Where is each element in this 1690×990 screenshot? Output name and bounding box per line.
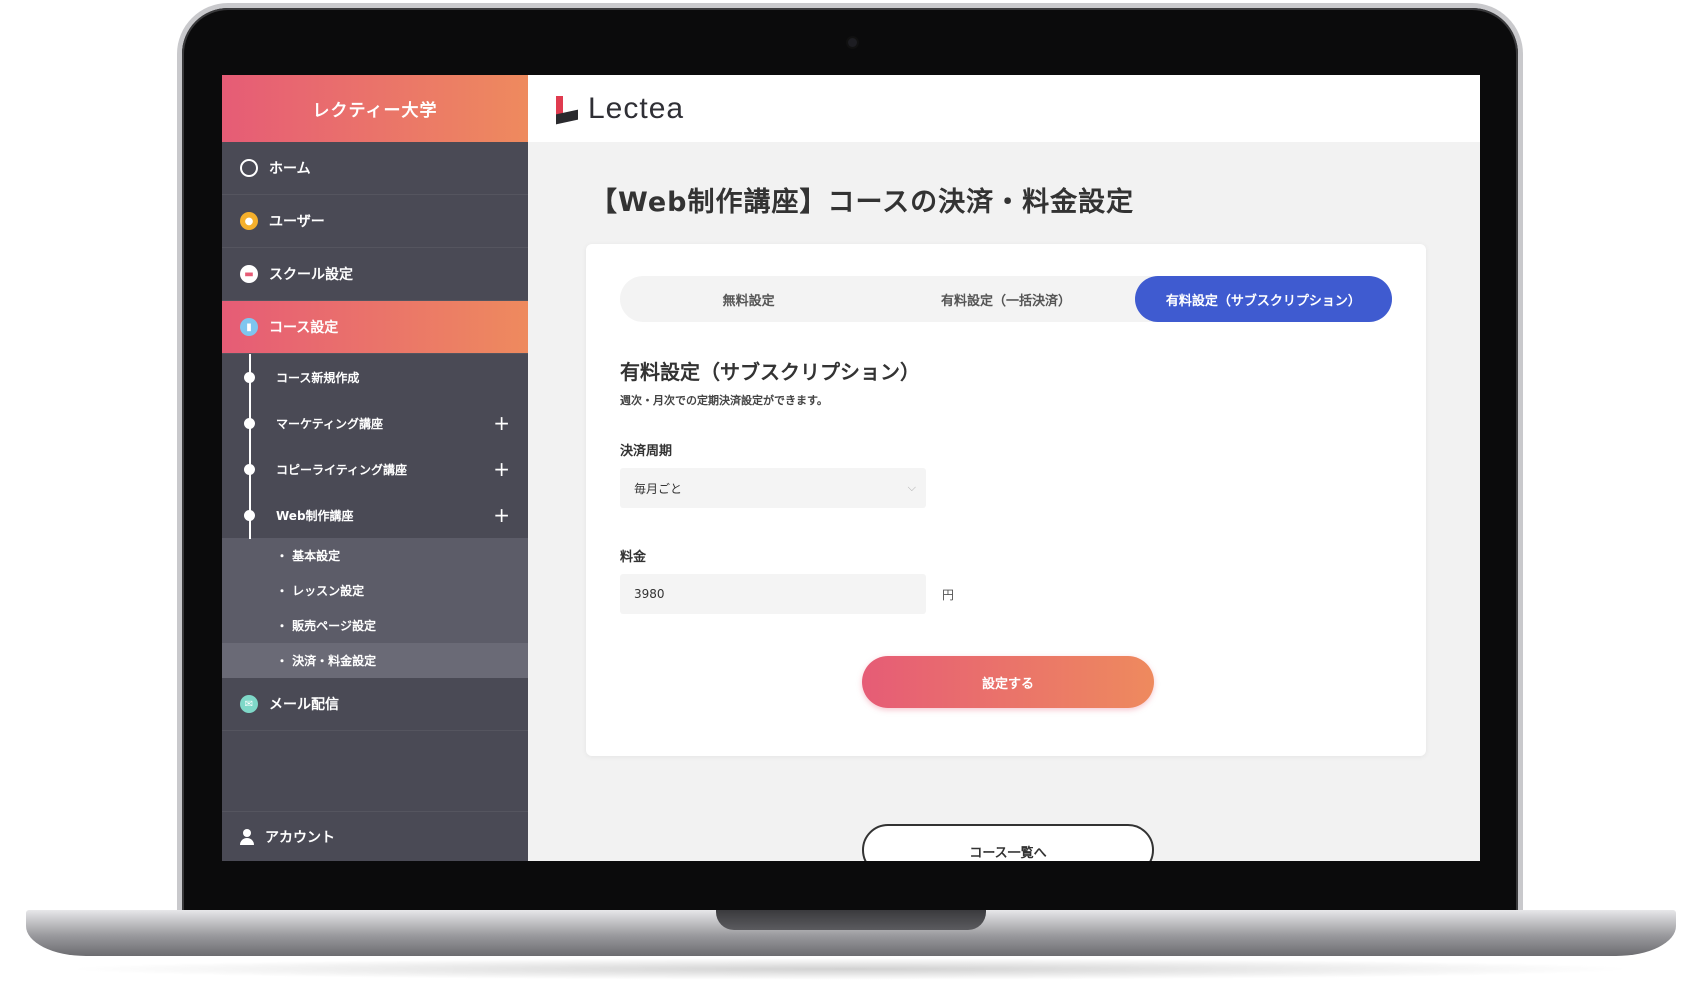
save-settings-button[interactable]: 設定する <box>862 656 1154 708</box>
sidebar-item-course-settings[interactable]: ▮ コース設定 <box>222 301 528 354</box>
expand-plus-icon[interactable]: + <box>493 505 510 525</box>
billing-cycle-label: 決済周期 <box>620 444 673 459</box>
sidebar-item-label: メール配信 <box>269 697 339 713</box>
mail-icon: ✉ <box>240 695 258 713</box>
chevron-down-icon: ⌵ <box>907 481 916 494</box>
main-content: 【Web制作講座】コースの決済・料金設定 無料設定 有料設定（一括決済） 有料設… <box>528 142 1480 861</box>
sidebar-item-label: ホーム <box>269 161 311 177</box>
sidebar-item-school-settings[interactable]: ▬ スクール設定 <box>222 248 528 301</box>
logo-text[interactable]: Lectea <box>588 92 684 126</box>
tab-paid-one-time[interactable]: 有料設定（一括決済） <box>877 276 1134 322</box>
top-header: Lectea <box>528 75 1480 142</box>
expand-plus-icon[interactable]: + <box>493 459 510 479</box>
tree-dot-icon <box>244 418 255 429</box>
billing-cycle-value: 毎月ごと <box>634 481 683 496</box>
web-course-submenu: ・ 基本設定 ・ レッスン設定 ・ 販売ページ設定 ・ 決済・料金設定 <box>222 538 528 678</box>
tab-free[interactable]: 無料設定 <box>620 276 877 322</box>
school-name[interactable]: レクティー大学 <box>222 75 528 142</box>
price-value: 3980 <box>634 587 665 601</box>
sidebar-item-basic-settings[interactable]: ・ 基本設定 <box>222 538 528 573</box>
tree-dot-icon <box>244 372 255 383</box>
person-icon <box>240 828 254 845</box>
gauge-icon <box>240 159 258 177</box>
expand-plus-icon[interactable]: + <box>493 413 510 433</box>
sidebar-item-marketing-course[interactable]: マーケティング講座 + <box>222 400 528 446</box>
sidebar-item-account[interactable]: アカウント <box>222 811 528 861</box>
sidebar-item-label: Web制作講座 <box>276 508 354 523</box>
billing-cycle-select[interactable]: 毎月ごと ⌵ <box>620 468 926 508</box>
sidebar-item-sales-page-settings[interactable]: ・ 販売ページ設定 <box>222 608 528 643</box>
price-input[interactable]: 3980 <box>620 574 926 614</box>
sidebar-item-web-course[interactable]: Web制作講座 + <box>222 492 528 538</box>
payment-settings-card: 無料設定 有料設定（一括決済） 有料設定（サブスクリプション） 有料設定（サブス… <box>586 244 1426 756</box>
laptop-shadow <box>60 958 1640 980</box>
sidebar-item-users[interactable]: ● ユーザー <box>222 195 528 248</box>
sidebar-item-label: マーケティング講座 <box>276 416 384 431</box>
camera-icon <box>848 38 857 47</box>
user-icon: ● <box>240 212 258 230</box>
course-list-button[interactable]: コース一覧へ <box>862 824 1154 861</box>
sidebar-item-copywriting-course[interactable]: コピーライティング講座 + <box>222 446 528 492</box>
tree-dot-icon <box>244 510 255 521</box>
sidebar-item-label: コース設定 <box>269 320 339 336</box>
sidebar-item-label: スクール設定 <box>269 267 353 283</box>
sidebar-item-home[interactable]: ホーム <box>222 142 528 195</box>
section-title: 有料設定（サブスクリプション） <box>620 360 920 384</box>
course-icon: ▮ <box>240 318 258 336</box>
school-icon: ▬ <box>240 265 258 283</box>
tab-paid-subscription[interactable]: 有料設定（サブスクリプション） <box>1134 276 1392 322</box>
sidebar-item-mail[interactable]: ✉ メール配信 <box>222 678 528 731</box>
page-title: 【Web制作講座】コースの決済・料金設定 <box>590 187 1135 218</box>
sidebar-item-lesson-settings[interactable]: ・ レッスン設定 <box>222 573 528 608</box>
sidebar-item-payment-settings[interactable]: ・ 決済・料金設定 <box>222 643 528 678</box>
sidebar-item-label: アカウント <box>265 829 335 846</box>
sidebar-item-label: コピーライティング講座 <box>276 462 408 477</box>
tree-dot-icon <box>244 464 255 475</box>
course-subtree: コース新規作成 マーケティング講座 + コピーライティング講座 + Web制作講… <box>222 354 528 539</box>
price-unit: 円 <box>942 588 955 602</box>
sidebar: レクティー大学 ホーム ● ユーザー ▬ スクール設定 ▮ コース設定 コース新… <box>222 75 528 861</box>
sidebar-item-new-course[interactable]: コース新規作成 <box>222 354 528 400</box>
sidebar-item-label: ユーザー <box>269 214 325 230</box>
app-screen: レクティー大学 ホーム ● ユーザー ▬ スクール設定 ▮ コース設定 コース新… <box>222 75 1480 861</box>
laptop-notch <box>716 910 986 930</box>
pricing-tabs: 無料設定 有料設定（一括決済） 有料設定（サブスクリプション） <box>620 276 1392 322</box>
section-description: 週次・月次での定期決済設定ができます。 <box>620 394 828 407</box>
lectea-logo-icon <box>556 95 578 124</box>
sidebar-item-label: コース新規作成 <box>276 370 360 385</box>
price-label: 料金 <box>620 550 647 565</box>
